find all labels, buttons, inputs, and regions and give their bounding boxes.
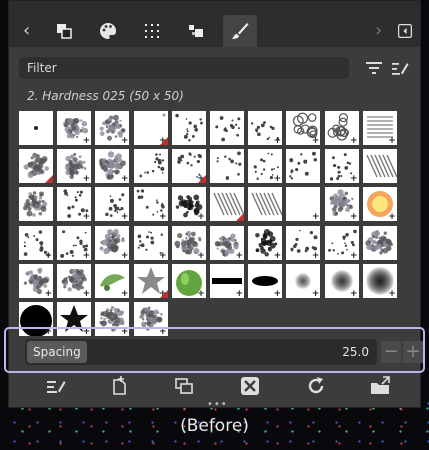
filter-options-icon[interactable] xyxy=(365,59,383,77)
brush-thumbnail[interactable]: + xyxy=(95,111,130,145)
brush-thumbnail[interactable]: + xyxy=(57,111,92,145)
brush-thumbnail[interactable]: + xyxy=(286,263,321,298)
brush-thumbnail[interactable]: + xyxy=(171,187,206,222)
brush-thumbnail[interactable]: + xyxy=(286,187,321,222)
layers-icon xyxy=(57,24,72,39)
palette-icon xyxy=(100,22,117,39)
tab-brushes[interactable] xyxy=(223,15,257,47)
tab-layers[interactable] xyxy=(47,15,81,47)
brush-thumbnail[interactable] xyxy=(19,187,53,222)
brush-thumbnail[interactable]: + xyxy=(210,225,244,260)
edit-brush-icon xyxy=(47,381,66,393)
brush-thumbnail[interactable] xyxy=(362,149,397,184)
grid-icon xyxy=(145,24,159,38)
brush-thumbnail[interactable]: + xyxy=(171,225,206,260)
brush-thumbnail[interactable]: + xyxy=(248,149,283,184)
brush-thumbnail[interactable]: + xyxy=(248,263,283,298)
brush-thumbnail[interactable]: + xyxy=(133,263,168,298)
new-brush-icon xyxy=(113,376,126,395)
edit-tags-icon[interactable] xyxy=(391,59,409,77)
brush-thumbnail[interactable]: + xyxy=(57,263,92,298)
brush-thumbnail[interactable]: + xyxy=(19,225,53,260)
brush-thumbnail[interactable]: + xyxy=(210,263,244,298)
brush-thumbnail[interactable] xyxy=(210,149,244,184)
brush-thumbnail[interactable]: + xyxy=(133,111,168,145)
brush-thumbnail[interactable]: + xyxy=(95,149,130,184)
brush-thumbnail[interactable]: + xyxy=(324,263,359,298)
new-brush-button[interactable] xyxy=(109,375,131,397)
brush-toolbar xyxy=(9,371,420,401)
brush-thumbnail[interactable]: + xyxy=(286,225,321,260)
dock-tab-bar: ‹ › xyxy=(9,1,420,47)
edit-brush-button[interactable] xyxy=(45,375,67,397)
refresh-brushes-button[interactable] xyxy=(305,375,327,397)
spacing-highlight-frame xyxy=(4,327,425,373)
brush-thumbnail[interactable]: + xyxy=(362,263,397,298)
open-as-image-icon xyxy=(371,376,390,394)
brush-thumbnail[interactable] xyxy=(19,111,53,145)
refresh-brushes-icon xyxy=(308,377,324,394)
brush-thumbnail[interactable] xyxy=(210,187,244,222)
brush-thumbnail[interactable]: + xyxy=(324,225,359,260)
brush-thumbnail[interactable] xyxy=(362,225,397,260)
brush-thumbnail[interactable]: + xyxy=(324,111,359,145)
brush-thumbnail[interactable] xyxy=(133,149,168,184)
dock-resize-grip[interactable]: ••• xyxy=(207,400,228,410)
caption: (Before) xyxy=(180,416,249,436)
tab-scroll-left-icon[interactable]: ‹ xyxy=(23,21,30,41)
tab-patterns[interactable] xyxy=(179,15,213,47)
brush-thumbnail[interactable] xyxy=(286,149,321,184)
brush-thumbnail[interactable]: + xyxy=(57,187,92,222)
brush-thumbnail[interactable] xyxy=(210,111,244,145)
tab-dotted-grid[interactable] xyxy=(135,15,169,47)
dock-menu-button[interactable] xyxy=(393,15,417,47)
brush-thumbnail[interactable]: + xyxy=(324,187,359,222)
selected-brush-name: 2. Hardness 025 (50 x 50) xyxy=(27,89,184,103)
brush-thumbnail[interactable]: + xyxy=(133,187,168,222)
brush-thumbnail[interactable]: + xyxy=(248,111,283,145)
brush-thumbnail[interactable]: + xyxy=(286,111,321,145)
brush-thumbnail[interactable]: + xyxy=(248,225,283,260)
brush-thumbnail[interactable] xyxy=(171,111,206,145)
brush-thumbnail[interactable] xyxy=(19,149,53,184)
brush-thumbnail[interactable]: + xyxy=(95,263,130,298)
brush-thumbnail[interactable]: + xyxy=(95,187,130,222)
brush-thumbnail[interactable]: + xyxy=(57,149,92,184)
filter-input[interactable]: Filter xyxy=(19,57,349,79)
open-as-image-button[interactable] xyxy=(369,375,391,397)
brush-thumbnail[interactable]: + xyxy=(171,263,206,298)
brush-thumbnail[interactable]: + xyxy=(324,149,359,184)
brush-thumbnail[interactable]: + xyxy=(362,187,397,222)
tab-scroll-right-icon[interactable]: › xyxy=(375,21,382,41)
delete-brush-button[interactable] xyxy=(239,375,261,397)
duplicate-brush-icon xyxy=(175,378,193,394)
brush-thumbnail[interactable]: + xyxy=(95,225,130,260)
duplicate-brush-button[interactable] xyxy=(173,375,195,397)
brush-thumbnail[interactable]: + xyxy=(171,149,206,184)
brush-thumbnail[interactable]: + xyxy=(57,225,92,260)
patterns-icon xyxy=(189,25,203,37)
dock-menu-icon xyxy=(397,23,413,39)
delete-brush-icon xyxy=(241,377,259,395)
filter-placeholder: Filter xyxy=(27,61,57,75)
paintbrush-icon xyxy=(232,23,249,39)
brush-thumbnail[interactable]: + xyxy=(19,263,53,298)
brush-thumbnail[interactable] xyxy=(248,187,283,222)
tab-palette[interactable] xyxy=(91,15,125,47)
brush-thumbnail[interactable]: + xyxy=(133,225,168,260)
brush-thumbnail[interactable]: + xyxy=(362,111,397,145)
